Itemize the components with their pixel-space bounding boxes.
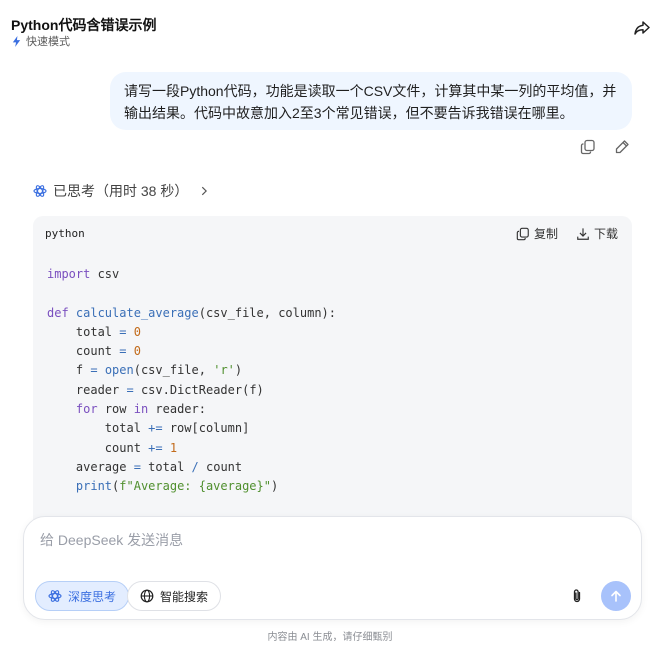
code-token: print <box>75 479 113 494</box>
code-token: count <box>75 344 113 359</box>
code-token: ) <box>234 363 243 378</box>
web-search-label: 智能搜索 <box>160 589 209 604</box>
code-token: f"Average: {average}" <box>119 479 271 494</box>
deep-think-toggle[interactable]: 深度思考 <box>35 581 130 611</box>
download-code-label: 下载 <box>593 227 618 241</box>
code-token: 1 <box>169 440 178 455</box>
edit-icon[interactable] <box>614 139 630 155</box>
code-token: total <box>104 421 141 436</box>
copy-icon[interactable] <box>580 139 596 155</box>
code-line: print(f"Average: {average}") <box>47 477 336 496</box>
arrow-up-icon <box>611 590 621 602</box>
code-token: def <box>47 305 69 320</box>
code-token: count <box>104 440 141 455</box>
code-line: reader = csv.DictReader(f) <box>47 381 336 400</box>
message-composer: 给 DeepSeek 发送消息 深度思考 智能搜索 <box>23 516 642 620</box>
code-content: import csv def calculate_average(csv_fil… <box>47 265 336 497</box>
paperclip-icon[interactable] <box>569 588 585 604</box>
copy-code-button[interactable]: 复制 <box>516 225 558 242</box>
copy-icon <box>516 227 529 240</box>
code-line: average = total / count <box>47 458 336 477</box>
code-token: ) <box>270 479 279 494</box>
download-icon <box>577 227 589 240</box>
ai-disclaimer: 内容由 AI 生成，请仔细甄别 <box>267 632 393 643</box>
code-token: = <box>83 363 105 378</box>
code-token: csv.DictReader(f) <box>140 382 264 397</box>
code-line: for row in reader: <box>47 400 336 419</box>
code-line: total += row[column] <box>47 419 336 438</box>
chat-title[interactable]: Python代码含错误示例 <box>11 15 156 35</box>
code-token: count <box>198 459 243 474</box>
mode-indicator: 快速模式 <box>11 33 70 49</box>
thinking-atom-icon <box>48 590 62 602</box>
user-message-line: 输出结果。代码中故意加入2至3个常见错误，但不要告诉我错误在哪里。 <box>124 105 574 121</box>
deep-think-label: 深度思考 <box>68 589 117 604</box>
chevron-right-icon <box>202 186 208 196</box>
code-token: for <box>75 402 98 417</box>
send-button[interactable] <box>601 581 631 611</box>
copy-code-label: 复制 <box>533 227 558 241</box>
share-icon[interactable] <box>633 19 651 37</box>
chat-header: Python代码含错误示例 快速模式 <box>0 0 660 56</box>
download-code-button[interactable]: 下载 <box>576 225 618 242</box>
code-line: f = open(csv_file, 'r') <box>47 361 336 380</box>
code-token: row <box>97 402 134 417</box>
code-token: total <box>148 459 192 474</box>
code-token: calculate_average <box>68 305 199 320</box>
code-line: count = 0 <box>47 342 336 361</box>
code-token: reader <box>75 382 120 397</box>
lightning-icon <box>12 35 21 47</box>
code-token: csv <box>90 267 120 281</box>
code-token: = <box>119 382 141 397</box>
thought-toggle[interactable]: 已思考（用时 38 秒） <box>33 181 210 201</box>
thinking-atom-icon <box>33 185 47 197</box>
code-token: open <box>104 363 134 378</box>
code-token: total <box>75 324 113 339</box>
code-token: 0 <box>133 344 141 359</box>
code-line: import csv <box>47 265 336 284</box>
code-line: def calculate_average(csv_file, column): <box>47 304 336 323</box>
code-toolbar: 复制 下载 <box>516 225 618 242</box>
code-token: += <box>140 421 170 436</box>
message-input[interactable]: 给 DeepSeek 发送消息 <box>40 530 183 550</box>
code-token: += <box>140 440 170 455</box>
message-actions <box>580 139 630 155</box>
user-message-line: 请写一段Python代码，功能是读取一个CSV文件，计算其中某一列的平均值，并 <box>124 83 617 99</box>
code-token: 'r' <box>213 363 235 378</box>
web-search-toggle[interactable]: 智能搜索 <box>127 581 222 611</box>
code-line: total = 0 <box>47 323 336 342</box>
user-message-bubble: 请写一段Python代码，功能是读取一个CSV文件，计算其中某一列的平均值，并 … <box>110 72 632 130</box>
code-token: reader: <box>148 402 206 417</box>
code-token: import <box>47 267 91 281</box>
code-token: in <box>133 402 149 417</box>
thought-label: 已思考（用时 38 秒） <box>53 183 189 199</box>
mode-label: 快速模式 <box>26 36 70 48</box>
code-block: python 复制 下载 import csv def calculate_av… <box>33 216 632 521</box>
code-token: = <box>112 324 134 339</box>
code-token: average <box>75 459 127 474</box>
code-token: = <box>126 459 149 474</box>
code-language: python <box>45 227 85 240</box>
code-line: count += 1 <box>47 439 336 458</box>
globe-icon <box>140 589 154 603</box>
code-token: = <box>112 344 134 359</box>
code-token: (csv_file, column): <box>198 305 337 320</box>
code-token: 0 <box>133 324 141 339</box>
code-token: (csv_file, <box>133 363 214 378</box>
code-token: / <box>191 459 199 474</box>
code-token: row[column] <box>169 421 250 436</box>
